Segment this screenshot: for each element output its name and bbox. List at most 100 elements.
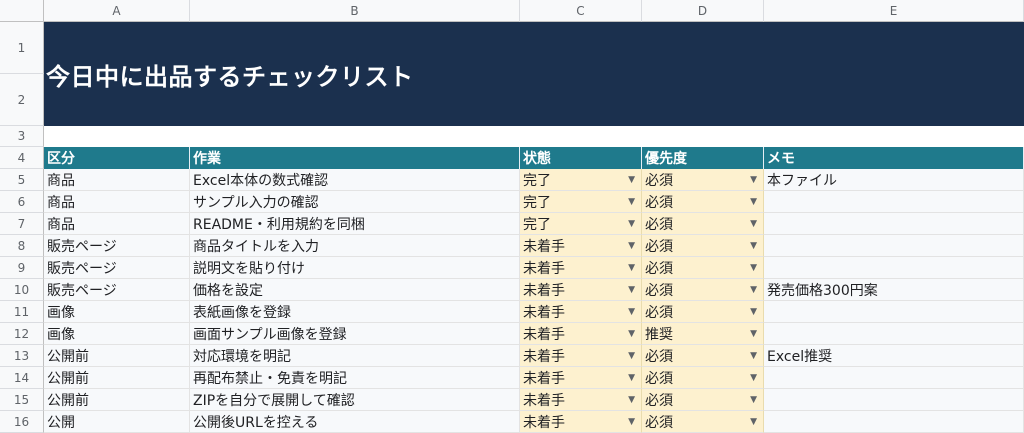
empty-row[interactable] [44, 126, 1024, 147]
row-header-8[interactable]: 8 [0, 235, 44, 257]
dropdown-arrow-icon[interactable]: ▼ [750, 219, 757, 229]
memo-cell[interactable]: 本ファイル [764, 169, 1024, 191]
dropdown-arrow-icon[interactable]: ▼ [750, 285, 757, 295]
header-task[interactable]: 作業 [190, 147, 520, 169]
memo-cell[interactable] [764, 389, 1024, 411]
header-priority[interactable]: 優先度 [642, 147, 764, 169]
category-cell[interactable]: 商品 [44, 169, 190, 191]
dropdown-arrow-icon[interactable]: ▼ [628, 307, 635, 317]
row-header-13[interactable]: 13 [0, 345, 44, 367]
priority-dropdown[interactable]: 必須 ▼ [642, 235, 764, 257]
row-header-15[interactable]: 15 [0, 389, 44, 411]
memo-cell[interactable] [764, 301, 1024, 323]
memo-cell[interactable] [764, 367, 1024, 389]
header-category[interactable]: 区分 [44, 147, 190, 169]
priority-dropdown[interactable]: 必須 ▼ [642, 213, 764, 235]
row-header-10[interactable]: 10 [0, 279, 44, 301]
category-cell[interactable]: 商品 [44, 191, 190, 213]
status-dropdown[interactable]: 未着手 ▼ [520, 279, 642, 301]
category-cell[interactable]: 公開前 [44, 389, 190, 411]
dropdown-arrow-icon[interactable]: ▼ [750, 175, 757, 185]
row-header-11[interactable]: 11 [0, 301, 44, 323]
task-cell[interactable]: 対応環境を明記 [190, 345, 520, 367]
row-header-7[interactable]: 7 [0, 213, 44, 235]
task-cell[interactable]: 画面サンプル画像を登録 [190, 323, 520, 345]
priority-dropdown[interactable]: 必須 ▼ [642, 169, 764, 191]
header-status[interactable]: 状態 [520, 147, 642, 169]
title-banner[interactable]: 今日中に出品するチェックリスト [44, 22, 1024, 126]
task-cell[interactable]: README・利用規約を同梱 [190, 213, 520, 235]
dropdown-arrow-icon[interactable]: ▼ [750, 351, 757, 361]
status-dropdown[interactable]: 未着手 ▼ [520, 235, 642, 257]
status-dropdown[interactable]: 未着手 ▼ [520, 367, 642, 389]
row-header-9[interactable]: 9 [0, 257, 44, 279]
status-dropdown[interactable]: 完了 ▼ [520, 213, 642, 235]
category-cell[interactable]: 公開前 [44, 345, 190, 367]
status-dropdown[interactable]: 未着手 ▼ [520, 389, 642, 411]
dropdown-arrow-icon[interactable]: ▼ [628, 241, 635, 251]
priority-dropdown[interactable]: 必須 ▼ [642, 191, 764, 213]
column-header-c[interactable]: C [520, 0, 642, 22]
dropdown-arrow-icon[interactable]: ▼ [750, 241, 757, 251]
dropdown-arrow-icon[interactable]: ▼ [628, 373, 635, 383]
column-header-a[interactable]: A [44, 0, 190, 22]
dropdown-arrow-icon[interactable]: ▼ [750, 373, 757, 383]
row-header-6[interactable]: 6 [0, 191, 44, 213]
memo-cell[interactable] [764, 323, 1024, 345]
dropdown-arrow-icon[interactable]: ▼ [750, 263, 757, 273]
dropdown-arrow-icon[interactable]: ▼ [628, 351, 635, 361]
task-cell[interactable]: 説明文を貼り付け [190, 257, 520, 279]
priority-dropdown[interactable]: 必須 ▼ [642, 301, 764, 323]
memo-cell[interactable] [764, 235, 1024, 257]
dropdown-arrow-icon[interactable]: ▼ [628, 175, 635, 185]
task-cell[interactable]: Excel本体の数式確認 [190, 169, 520, 191]
category-cell[interactable]: 商品 [44, 213, 190, 235]
status-dropdown[interactable]: 完了 ▼ [520, 191, 642, 213]
memo-cell[interactable] [764, 257, 1024, 279]
category-cell[interactable]: 画像 [44, 301, 190, 323]
status-dropdown[interactable]: 未着手 ▼ [520, 323, 642, 345]
memo-cell[interactable] [764, 191, 1024, 213]
status-dropdown[interactable]: 完了 ▼ [520, 169, 642, 191]
category-cell[interactable]: 販売ページ [44, 257, 190, 279]
memo-cell[interactable]: 発売価格300円案 [764, 279, 1024, 301]
priority-dropdown[interactable]: 必須 ▼ [642, 279, 764, 301]
priority-dropdown[interactable]: 必須 ▼ [642, 389, 764, 411]
dropdown-arrow-icon[interactable]: ▼ [628, 285, 635, 295]
row-header-1[interactable]: 1 [0, 22, 44, 74]
dropdown-arrow-icon[interactable]: ▼ [628, 263, 635, 273]
dropdown-arrow-icon[interactable]: ▼ [628, 329, 635, 339]
task-cell[interactable]: ZIPを自分で展開して確認 [190, 389, 520, 411]
status-dropdown[interactable]: 未着手 ▼ [520, 345, 642, 367]
row-header-5[interactable]: 5 [0, 169, 44, 191]
category-cell[interactable]: 公開前 [44, 367, 190, 389]
dropdown-arrow-icon[interactable]: ▼ [750, 307, 757, 317]
dropdown-arrow-icon[interactable]: ▼ [750, 329, 757, 339]
status-dropdown[interactable]: 未着手 ▼ [520, 257, 642, 279]
task-cell[interactable]: 価格を設定 [190, 279, 520, 301]
row-header-4[interactable]: 4 [0, 147, 44, 169]
row-header-3[interactable]: 3 [0, 126, 44, 147]
header-memo[interactable]: メモ [764, 147, 1024, 169]
task-cell[interactable]: 商品タイトルを入力 [190, 235, 520, 257]
dropdown-arrow-icon[interactable]: ▼ [628, 395, 635, 405]
memo-cell[interactable] [764, 213, 1024, 235]
dropdown-arrow-icon[interactable]: ▼ [750, 395, 757, 405]
select-all-corner[interactable] [0, 0, 44, 22]
memo-cell[interactable]: Excel推奨 [764, 345, 1024, 367]
row-header-14[interactable]: 14 [0, 367, 44, 389]
dropdown-arrow-icon[interactable]: ▼ [628, 417, 635, 427]
row-header-12[interactable]: 12 [0, 323, 44, 345]
dropdown-arrow-icon[interactable]: ▼ [750, 417, 757, 427]
category-cell[interactable]: 販売ページ [44, 235, 190, 257]
column-header-e[interactable]: E [764, 0, 1024, 22]
category-cell[interactable]: 画像 [44, 323, 190, 345]
dropdown-arrow-icon[interactable]: ▼ [628, 197, 635, 207]
category-cell[interactable]: 販売ページ [44, 279, 190, 301]
dropdown-arrow-icon[interactable]: ▼ [628, 219, 635, 229]
priority-dropdown[interactable]: 必須 ▼ [642, 257, 764, 279]
priority-dropdown[interactable]: 推奨 ▼ [642, 323, 764, 345]
priority-dropdown[interactable]: 必須 ▼ [642, 367, 764, 389]
row-header-2[interactable]: 2 [0, 74, 44, 126]
task-cell[interactable]: 再配布禁止・免責を明記 [190, 367, 520, 389]
